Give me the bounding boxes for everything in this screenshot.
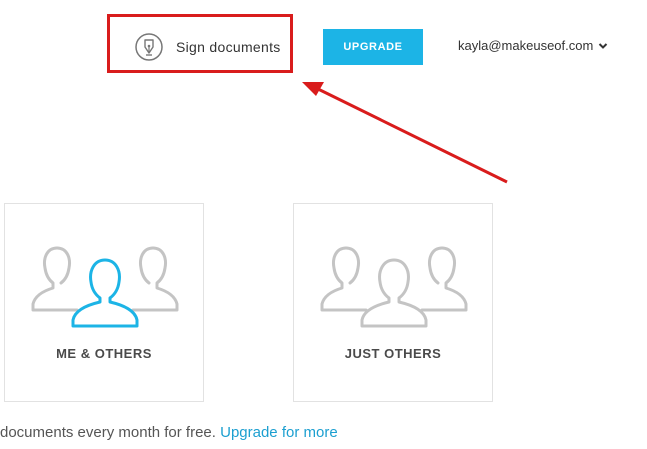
sign-documents-button[interactable]: Sign documents	[135, 31, 281, 63]
pen-nib-icon	[135, 33, 163, 61]
just-others-label: JUST OTHERS	[344, 346, 442, 361]
me-and-others-label: ME & OTHERS	[56, 346, 152, 361]
group-just-others-icon	[320, 246, 468, 328]
footer-info: documents every month for free. Upgrade …	[0, 424, 338, 441]
footer-text: documents every month for free.	[0, 424, 216, 441]
chevron-down-icon	[599, 42, 608, 49]
group-me-others-icon	[31, 246, 179, 328]
just-others-card[interactable]: JUST OTHERS	[293, 203, 493, 402]
page: Sign documents UPGRADE kayla@makeuseof.c…	[0, 0, 647, 449]
account-menu[interactable]: kayla@makeuseof.com	[458, 38, 608, 53]
upgrade-button[interactable]: UPGRADE	[323, 29, 423, 65]
upgrade-for-more-link[interactable]: Upgrade for more	[220, 424, 338, 441]
sign-documents-label: Sign documents	[176, 39, 281, 55]
me-and-others-card[interactable]: ME & OTHERS	[4, 203, 204, 402]
account-email: kayla@makeuseof.com	[458, 38, 594, 53]
